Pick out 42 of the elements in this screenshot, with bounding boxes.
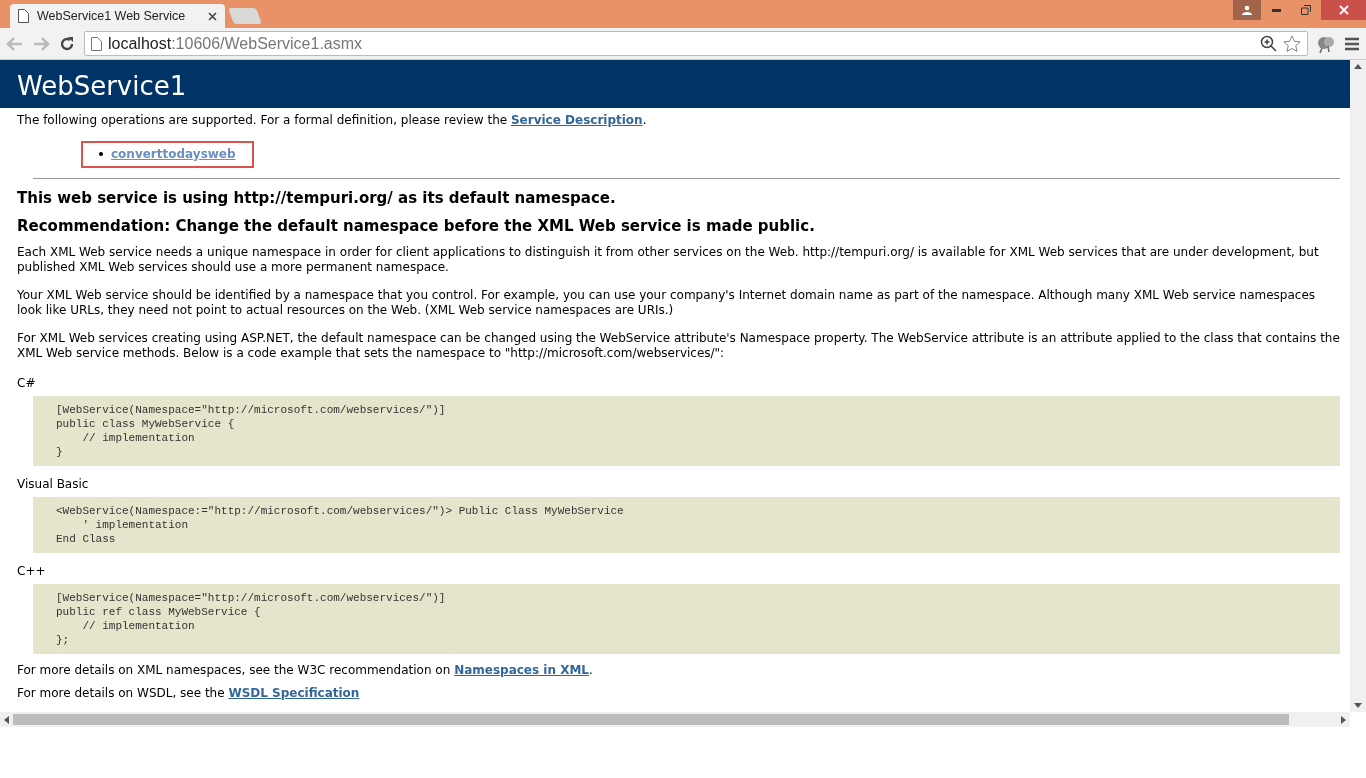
tab-title: WebService1 Web Service (37, 7, 187, 25)
heading: This web service is using http://tempuri.org/ as its default namespace. (17, 188, 617, 208)
code-block: [WebService(Namespace="http://microsoft.com/webservices/")] public ref class MyWebService { // implementation }; (33, 583, 1340, 654)
user-icon (1242, 5, 1252, 15)
scroll-down-icon[interactable] (1354, 703, 1362, 708)
link[interactable]: Service Description (510, 112, 643, 127)
scroll-right-icon[interactable] (1341, 715, 1346, 724)
zoom-icon[interactable] (1260, 35, 1277, 52)
language-label: Visual Basic (17, 475, 90, 493)
page-icon (91, 36, 102, 51)
vertical-scrollbar[interactable] (1350, 60, 1366, 712)
language-label: C++ (17, 562, 47, 580)
star-icon[interactable] (1283, 34, 1301, 53)
menu-icon[interactable] (1344, 36, 1360, 51)
paragraph: For XML Web services creating using ASP.NET, the default namespace can be changed using the WebService attribute's Namespace property. The WebService attribute is an attribute applied to the class that contains the XML Web service methods. Below is a code example that sets the namespace to "http://microsoft.com/webservices/": (17, 330, 1340, 361)
close-icon (1338, 5, 1349, 15)
close-window-button[interactable] (1321, 0, 1366, 20)
address-bar[interactable]: localhost:10606/WebService1.asmx (84, 31, 1308, 56)
scroll-left-icon[interactable] (4, 715, 9, 724)
paragraph: The following operations are supported. For a formal definition, please review the Service Description. (17, 112, 648, 128)
user-button[interactable] (1233, 0, 1261, 20)
paragraph: Each XML Web service needs a unique namespace in order for client applications to distinguish it from other services on the Web. http://tempuri.org/ is available for XML Web services that are under development, but published XML Web services should use a more permanent namespace. (17, 244, 1320, 275)
link[interactable]: Namespaces in XML (454, 662, 589, 677)
operation-link[interactable]: converttodaysweb (111, 144, 236, 163)
page-title: WebService1 (0, 60, 1350, 108)
scroll-up-icon[interactable] (1354, 64, 1362, 69)
language-label: C# (17, 374, 37, 392)
paragraph: For more details on WSDL, see the WSDL Specification (17, 685, 361, 701)
horizontal-scrollbar[interactable] (0, 712, 1350, 727)
restore-icon (1301, 5, 1311, 15)
reload-icon[interactable] (58, 34, 76, 53)
scrollbar-thumb[interactable] (13, 714, 1289, 725)
heading: Recommendation: Change the default namespace before the XML Web service is made public. (17, 216, 816, 236)
paragraph: For more details on XML namespaces, see the W3C recommendation on Namespaces in XML. (17, 662, 594, 678)
code-block: [WebService(Namespace="http://microsoft.com/webservices/")] public class MyWebService { // implementation } (33, 395, 1340, 466)
bullet-icon (99, 151, 103, 156)
code-block: <WebService(Namespace:="http://microsoft.com/webservices/")> Public Class MyWebService ' implementation End Class (33, 496, 1340, 553)
paragraph: Your XML Web service should be identified by a namespace that you control. For example, you can use your company's Internet domain name as part of the namespace. Although many XML Web service namespaces look like URLs, they need not point to actual resources on the Web. (XML Web service namespaces are URIs.) (17, 287, 1317, 318)
link[interactable]: WSDL Specification (228, 685, 360, 700)
minimize-icon (1271, 8, 1281, 12)
close-icon[interactable] (208, 11, 217, 21)
page-icon (18, 9, 29, 23)
